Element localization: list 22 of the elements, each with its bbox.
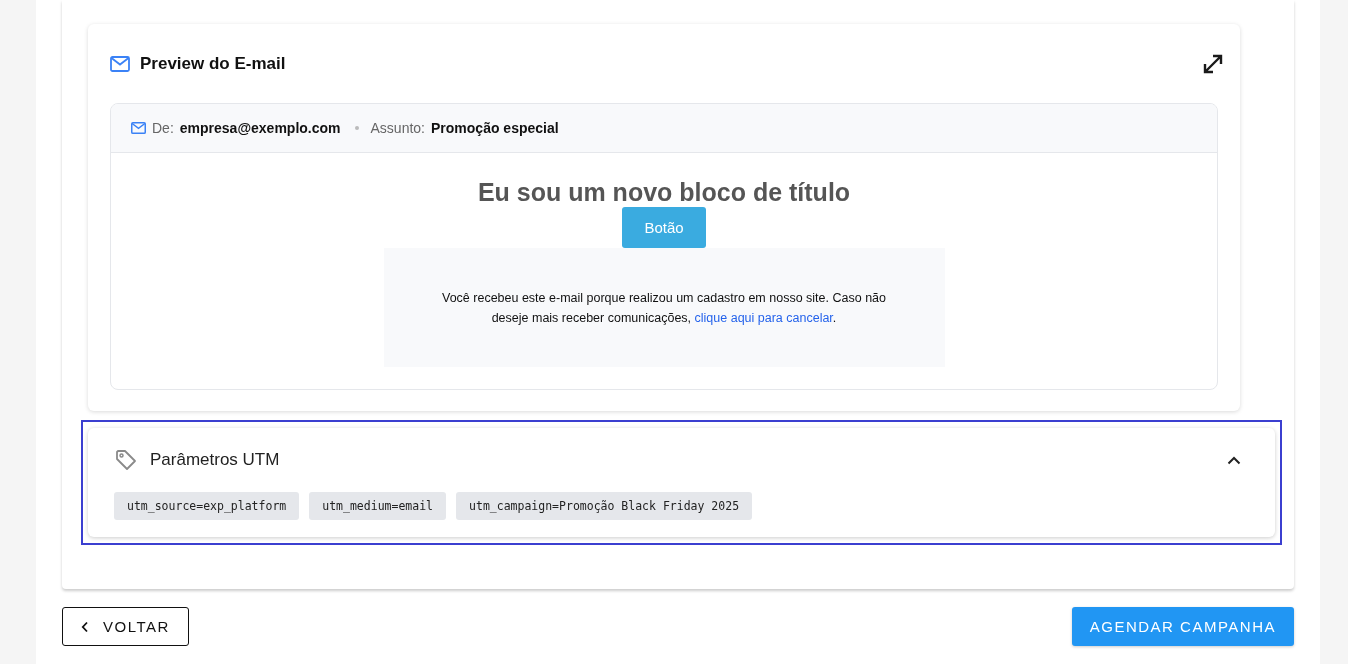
unsubscribe-link[interactable]: clique aqui para cancelar bbox=[694, 310, 833, 325]
expand-icon[interactable] bbox=[1202, 52, 1224, 75]
utm-chip: utm_campaign=Promoção Black Friday 2025 bbox=[456, 492, 753, 520]
utm-title: Parâmetros UTM bbox=[150, 450, 281, 470]
envelope-icon bbox=[131, 122, 146, 134]
email-heading: Eu sou um novo bloco de título bbox=[477, 177, 851, 207]
subject-text: Promoção especial bbox=[431, 120, 559, 136]
chevron-up-icon[interactable] bbox=[1227, 455, 1241, 465]
chevron-left-icon bbox=[81, 620, 89, 633]
utm-chip: utm_source=exp_platform bbox=[114, 492, 300, 520]
preview-title: Preview do E-mail bbox=[140, 53, 287, 74]
separator-dot bbox=[354, 126, 359, 130]
utm-chip: utm_medium=email bbox=[309, 492, 447, 520]
subject-label: Assunto: bbox=[370, 120, 425, 136]
envelope-icon bbox=[110, 55, 130, 72]
back-button[interactable]: VOLTAR bbox=[62, 607, 189, 646]
tag-icon bbox=[114, 448, 138, 472]
from-label: De: bbox=[152, 120, 174, 136]
schedule-button[interactable]: AGENDAR CAMPANHA bbox=[1071, 607, 1294, 646]
from-address: empresa@exemplo.com bbox=[179, 120, 341, 136]
email-button[interactable]: Botão bbox=[622, 207, 706, 248]
footer-text: Você recebeu este e-mail porque realizou um cadastro em nosso site. Caso não deseje mais receber comunicações, clique aqui para cancelar. bbox=[441, 289, 887, 327]
